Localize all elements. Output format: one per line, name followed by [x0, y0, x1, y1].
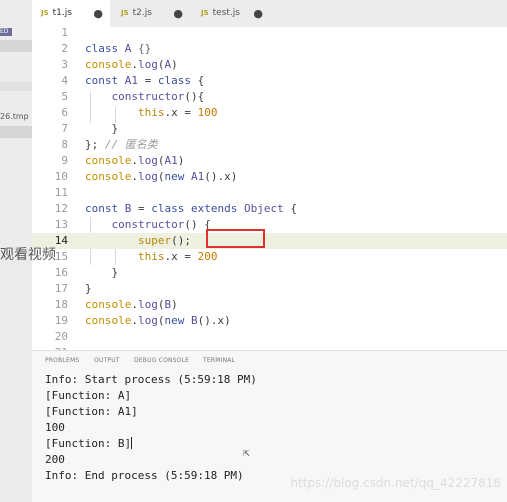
code-line-current[interactable]: 14 super();	[32, 233, 507, 249]
editor-tab-bar: JS t1.js ● JS t2.js ● JS test.js ●	[32, 0, 507, 27]
code-line[interactable]: 2 class A {}	[32, 41, 507, 57]
sidebar-row[interactable]	[0, 82, 32, 91]
tab-t2-js[interactable]: JS t2.js ●	[112, 0, 190, 27]
tab-debug-console[interactable]: DEBUG CONSOLE	[134, 357, 189, 364]
output-line: Info: End process (5:59:18 PM)	[45, 469, 244, 482]
video-overlay-text: 观看视频	[0, 247, 56, 263]
code-line[interactable]: 15 this.x = 200	[32, 249, 507, 265]
sidebar-badge: ED	[0, 28, 12, 36]
js-file-icon: JS	[201, 9, 209, 17]
output-line: Info: Start process (5:59:18 PM)	[45, 373, 257, 386]
code-line[interactable]: 20	[32, 329, 507, 345]
red-annotation-box	[206, 229, 265, 248]
code-line[interactable]: 18 console.log(B)	[32, 297, 507, 313]
unsaved-dot-icon[interactable]: ●	[253, 0, 263, 27]
tab-label: test.js	[212, 8, 240, 18]
sidebar-file-label[interactable]: 26.tmp	[0, 112, 29, 121]
tab-output[interactable]: OUTPUT	[94, 357, 120, 364]
unsaved-dot-icon[interactable]: ●	[93, 0, 103, 27]
code-line[interactable]: 7 }	[32, 121, 507, 137]
code-line[interactable]: 9 console.log(A1)	[32, 153, 507, 169]
tab-t1-js[interactable]: JS t1.js ●	[32, 0, 110, 27]
code-line[interactable]: 5 constructor(){	[32, 89, 507, 105]
tab-problems[interactable]: PROBLEMS	[45, 357, 79, 364]
code-line[interactable]: 12 const B = class extends Object {	[32, 201, 507, 217]
tab-test-js[interactable]: JS test.js ●	[192, 0, 270, 27]
code-line[interactable]: 4 const A1 = class {	[32, 73, 507, 89]
output-line: 100	[45, 421, 65, 434]
js-file-icon: JS	[41, 9, 49, 17]
code-line[interactable]: 16 }	[32, 265, 507, 281]
code-line[interactable]: 13 constructor() {	[32, 217, 507, 233]
output-line: [Function: A]	[45, 389, 132, 402]
tab-label: t2.js	[132, 8, 152, 18]
tab-label: t1.js	[52, 8, 72, 18]
js-file-icon: JS	[121, 9, 129, 17]
output-line: [Function: A1]	[45, 405, 138, 418]
code-editor[interactable]: 1 2 class A {} 3 console.log(A) 4 const A1 …	[32, 27, 507, 350]
code-line[interactable]: 11	[32, 185, 507, 201]
code-line[interactable]: 19 console.log(new B().x)	[32, 313, 507, 329]
watermark: https://blog.csdn.net/qq_42227818	[290, 476, 501, 490]
output-line: [Function: B]	[45, 437, 133, 450]
unsaved-dot-icon[interactable]: ●	[173, 0, 183, 27]
tab-terminal[interactable]: TERMINAL	[203, 357, 235, 364]
code-line[interactable]: 10 console.log(new A1().x)	[32, 169, 507, 185]
code-line[interactable]: 17}	[32, 281, 507, 297]
sidebar-selected-row[interactable]	[0, 40, 32, 52]
code-line[interactable]: 1	[32, 27, 507, 41]
output-line: 200	[45, 453, 65, 466]
sidebar-selected-row-2[interactable]	[0, 126, 32, 138]
mouse-pointer-icon: ⇱	[243, 446, 250, 459]
code-line[interactable]: 8}; // 匿名类	[32, 137, 507, 153]
code-line[interactable]: 6 this.x = 100	[32, 105, 507, 121]
code-line[interactable]: 3 console.log(A)	[32, 57, 507, 73]
text-cursor	[131, 437, 133, 449]
